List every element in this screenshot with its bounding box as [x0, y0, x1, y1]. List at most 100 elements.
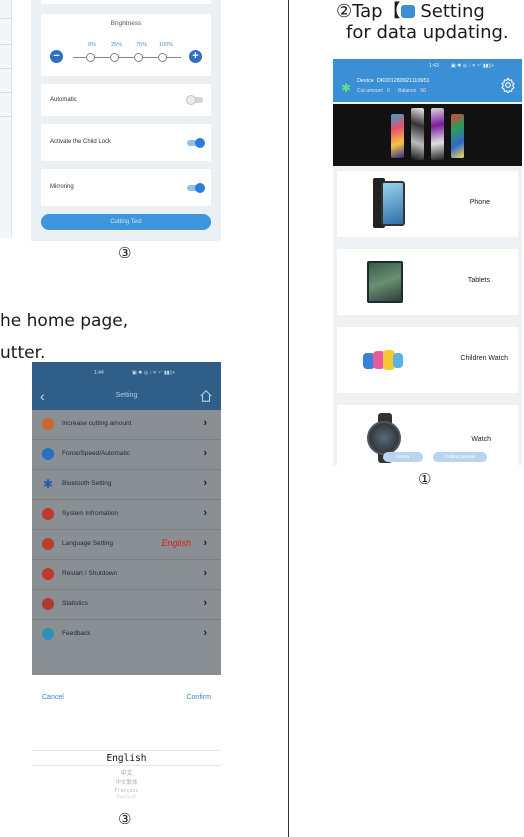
- category-card-watch[interactable]: Watch: [337, 405, 518, 465]
- instruction-tap-text: ②Tap【: [336, 1, 401, 22]
- device-line: Device DK001280921110951: [357, 78, 430, 84]
- brightness-step-25[interactable]: [110, 53, 119, 62]
- brightness-step-100[interactable]: [158, 53, 167, 62]
- brightness-settings-screenshot: Brightness 0% 25% 75% 100% − + Automatic…: [31, 0, 221, 241]
- brightness-step-75[interactable]: [134, 53, 143, 62]
- menu-row-system-info[interactable]: System Infromation ›: [32, 500, 221, 530]
- menu-label-increase-cutting: Increase cutting amount: [62, 420, 132, 427]
- menu-label-bluetooth: Bluetooth Setting: [62, 480, 112, 487]
- chevron-right-icon: ›: [203, 567, 207, 579]
- category-card-phone[interactable]: Phone: [337, 171, 518, 237]
- gear-icon[interactable]: [500, 77, 516, 93]
- top-card: [41, 0, 211, 4]
- menu-row-force-speed[interactable]: Force/Speed/Automatic ›: [32, 440, 221, 470]
- statistics-icon: [42, 598, 54, 610]
- menu-row-bluetooth[interactable]: ✱ Bluetooth Setting ›: [32, 470, 221, 500]
- cut-amount-label: Cut amount: [357, 88, 383, 94]
- cutting-favorite-tab[interactable]: Cutting favorite: [433, 452, 487, 462]
- brightness-75-label: 75%: [136, 42, 148, 48]
- menu-label-restart: Restart / Shutdown: [62, 570, 118, 577]
- category-name-tablets: Tablets: [467, 277, 490, 284]
- settings-header: 1:44 ▣ ✱ ◎ ⁝ ᯤ ⁴ᐟ ▮▮▯+ ‹ Setting: [32, 362, 221, 410]
- brightness-step-0[interactable]: [86, 53, 95, 62]
- language-option-english[interactable]: English: [32, 753, 221, 764]
- cutting-test-button[interactable]: Cutting Test: [41, 214, 211, 230]
- chevron-right-icon: ›: [203, 477, 207, 489]
- balance-label: Balance: [398, 88, 417, 94]
- balance-value: 50: [420, 88, 426, 94]
- brightness-title: Brightness: [110, 20, 142, 27]
- speed-icon: [42, 448, 54, 460]
- device-id: DK001280921110951: [376, 78, 430, 84]
- bluetooth-icon: ✱: [42, 477, 54, 491]
- home-status-icons: ▣ ✱ ◎ ⁝ ᯤ ⁴ᐟ ▮▮▯+: [451, 63, 495, 69]
- picker-separator-top: [32, 750, 221, 751]
- brightness-card: Brightness 0% 25% 75% 100% − +: [41, 14, 211, 76]
- gear-setting-icon: [400, 5, 415, 18]
- home-icon[interactable]: [199, 389, 213, 403]
- chevron-right-icon: ›: [203, 447, 207, 459]
- brightness-decrease-button[interactable]: −: [50, 50, 63, 63]
- category-name-phone: Phone: [469, 199, 490, 206]
- instruction-right-line1: ②Tap【 Setting: [336, 0, 485, 23]
- language-option-traditional-chinese[interactable]: 中文繁体: [32, 778, 221, 786]
- step-number-language: ③: [118, 810, 132, 828]
- instruction-setting-text: Setting: [414, 1, 485, 22]
- chevron-right-icon: ›: [203, 537, 207, 549]
- system-info-icon: [42, 508, 54, 520]
- category-name-watch: Watch: [471, 436, 491, 443]
- promo-banner[interactable]: [333, 104, 522, 166]
- history-tab[interactable]: history: [383, 452, 423, 462]
- language-option-chinese[interactable]: 中文: [32, 768, 221, 777]
- category-card-children-watch[interactable]: Children Watch: [337, 327, 518, 393]
- menu-row-restart[interactable]: Restart / Shutdown ›: [32, 560, 221, 590]
- cancel-button[interactable]: Cancel: [42, 694, 64, 701]
- brightness-25-label: 25%: [111, 42, 123, 48]
- automatic-label: Automatic: [50, 97, 77, 103]
- brightness-increase-button[interactable]: +: [189, 50, 202, 63]
- chevron-right-icon: ›: [203, 627, 207, 639]
- child-lock-row: Activate the Child Lock: [41, 124, 211, 161]
- mirroring-toggle[interactable]: [187, 183, 205, 193]
- menu-label-statistics: Statistics: [62, 600, 89, 607]
- chevron-right-icon: ›: [203, 597, 207, 609]
- brightness-0-label: 0%: [88, 42, 96, 48]
- settings-status-time: 1:44: [94, 370, 104, 376]
- automatic-row: Automatic: [41, 84, 211, 116]
- menu-row-statistics[interactable]: Statistics ›: [32, 590, 221, 620]
- current-language-value: English: [161, 538, 191, 548]
- stats-line: Cut amount 0 Balance 50: [357, 88, 426, 94]
- menu-row-increase-cutting[interactable]: Increase cutting amount ›: [32, 410, 221, 440]
- picker-separator-bottom: [32, 765, 221, 766]
- step-number-brightness: ③: [118, 244, 132, 262]
- home-screen-screenshot: 1:43 ▣ ✱ ◎ ⁝ ᯤ ⁴ᐟ ▮▮▯+ ✱ Device DK001280…: [333, 59, 522, 465]
- child-lock-toggle[interactable]: [187, 138, 205, 148]
- coin-icon: [42, 418, 54, 430]
- mirroring-row: Mirroring: [41, 169, 211, 206]
- language-option-french[interactable]: Français: [32, 788, 221, 794]
- instruction-right-line2: for data updating.: [346, 22, 509, 43]
- banner-phone-2: [411, 108, 424, 160]
- previous-phone-edge: [0, 0, 12, 238]
- menu-label-force-speed: Force/Speed/Automatic: [62, 450, 130, 457]
- category-card-tablets[interactable]: Tablets: [337, 249, 518, 315]
- feedback-icon: [42, 628, 54, 640]
- menu-row-language[interactable]: Language Setting English ›: [32, 530, 221, 560]
- bluetooth-icon[interactable]: ✱: [341, 81, 351, 95]
- phone-icon: [367, 178, 405, 228]
- brightness-100-label: 100%: [159, 42, 174, 48]
- chevron-right-icon: ›: [203, 417, 207, 429]
- confirm-button[interactable]: Confirm: [186, 694, 211, 701]
- menu-label-system-info: System Infromation: [62, 510, 118, 517]
- automatic-toggle[interactable]: [186, 95, 203, 105]
- menu-row-feedback[interactable]: Feedback ›: [32, 620, 221, 650]
- settings-title: Setting: [115, 392, 138, 399]
- mirroring-label: Mirroring: [50, 184, 74, 190]
- column-divider: [288, 0, 289, 837]
- device-label: Device: [357, 78, 374, 84]
- cut-amount-value: 0: [387, 88, 390, 94]
- menu-label-feedback: Feedback: [62, 630, 91, 637]
- language-setting-screenshot: 1:44 ▣ ✱ ◎ ⁝ ᯤ ⁴ᐟ ▮▮▯+ ‹ Setting Increas…: [32, 362, 221, 802]
- language-option-german[interactable]: Deutsch: [32, 795, 221, 800]
- banner-phone-1: [391, 114, 404, 158]
